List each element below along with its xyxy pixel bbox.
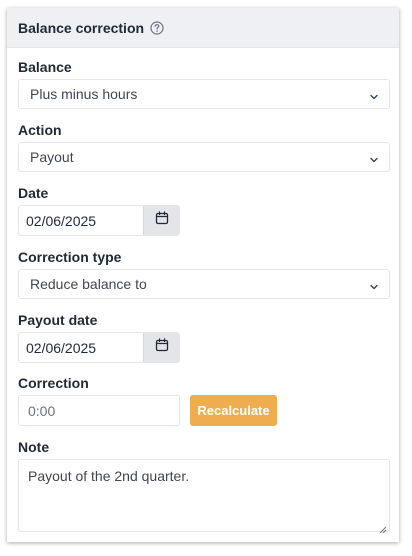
chevron-down-icon [369, 279, 379, 290]
date-calendar-button[interactable] [143, 206, 179, 235]
payout-date-label: Payout date [18, 312, 98, 328]
correction-type-select-value: Reduce balance to [30, 276, 147, 292]
balance-select-value: Plus minus hours [30, 86, 138, 102]
note-label: Note [18, 439, 50, 455]
panel-header: Balance correction [7, 8, 399, 48]
balance-select[interactable]: Plus minus hours [18, 79, 390, 109]
correction-label: Correction [18, 375, 89, 391]
payout-date-calendar-button[interactable] [143, 333, 179, 362]
payout-date-picker: 02/06/2025 [18, 332, 180, 363]
correction-input[interactable]: 0:00 [18, 395, 180, 426]
correction-type-select[interactable]: Reduce balance to [18, 269, 390, 299]
calendar-icon [155, 211, 169, 230]
action-label: Action [18, 122, 62, 138]
recalculate-button[interactable]: Recalculate [190, 395, 277, 426]
correction-type-label: Correction type [18, 249, 122, 265]
date-input[interactable]: 02/06/2025 [19, 206, 143, 235]
note-textarea[interactable]: Payout of the 2nd quarter. [18, 459, 390, 534]
question-circle-icon[interactable] [150, 20, 164, 35]
payout-date-input[interactable]: 02/06/2025 [19, 333, 143, 362]
date-picker: 02/06/2025 [18, 205, 180, 236]
chevron-down-icon [369, 89, 379, 100]
action-select-value: Payout [30, 149, 74, 165]
resize-grip-icon[interactable] [379, 521, 387, 534]
note-text: Payout of the 2nd quarter. [28, 468, 190, 484]
chevron-down-icon [369, 152, 379, 163]
balance-label: Balance [18, 59, 72, 75]
date-label: Date [18, 185, 49, 201]
panel-title: Balance correction [18, 19, 145, 36]
action-select[interactable]: Payout [18, 142, 390, 172]
calendar-icon [155, 338, 169, 357]
